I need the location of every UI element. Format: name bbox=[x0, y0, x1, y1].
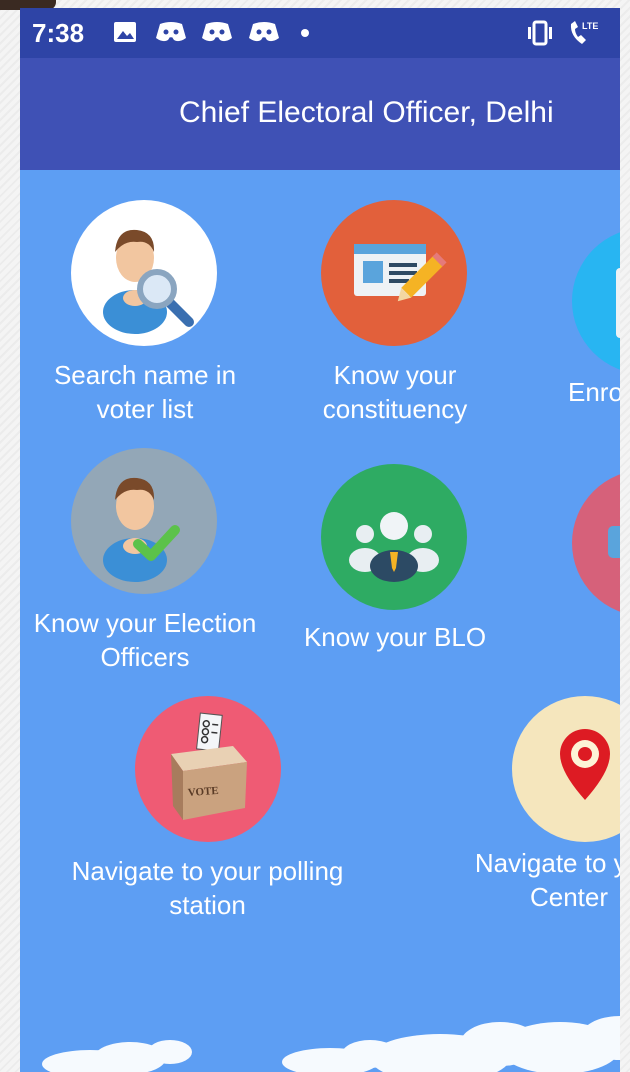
tile-navigate-polling-station[interactable]: VOTE Navigate to your polling station bbox=[50, 696, 365, 926]
tile-navigate-polling-line1: Navigate to your polling bbox=[71, 856, 344, 886]
blo-group-icon bbox=[321, 464, 467, 610]
tile-navigate-polling-line2: station bbox=[169, 890, 246, 920]
clouds-decoration bbox=[42, 1016, 620, 1072]
tile-navigate-polling-station-label: Navigate to your polling station bbox=[50, 854, 365, 922]
tile-know-officers[interactable]: Know your Election Officers bbox=[20, 448, 270, 678]
tile-enrol-label: Enro bbox=[568, 377, 620, 407]
vibrate-icon bbox=[528, 20, 552, 46]
more-notifications-dot-icon bbox=[301, 29, 309, 37]
page-title: Chief Electoral Officer, Delhi bbox=[179, 96, 554, 129]
discord-notification-icon-2 bbox=[202, 22, 232, 42]
status-time: 7:38 bbox=[32, 18, 85, 48]
verified-officer-icon bbox=[71, 448, 217, 594]
tile-know-blo-label: Know your BLO bbox=[303, 622, 487, 652]
tile-know-officers-line1: Know your Election bbox=[33, 608, 257, 638]
tile-search-name-line1: Search name in bbox=[53, 360, 237, 390]
ballot-box-label: VOTE bbox=[187, 785, 219, 799]
discord-notification-icon bbox=[156, 22, 186, 42]
image-notification-icon bbox=[114, 22, 136, 42]
tile-search-name-label: Search name in voter list bbox=[20, 358, 270, 426]
svg-text:LTE: LTE bbox=[582, 21, 598, 31]
tile-know-constituency-line2: constituency bbox=[322, 394, 468, 424]
lte-call-icon: LTE bbox=[570, 21, 598, 44]
status-bar: 7:38 LTE bbox=[20, 8, 620, 58]
tile-navigate-center-label: Navigate to yo Center bbox=[443, 846, 620, 914]
tile-know-constituency-label: Know your constituency bbox=[270, 358, 520, 426]
enrol-form-icon bbox=[572, 228, 620, 374]
tile-navigate-center-line2: Center bbox=[529, 882, 609, 912]
tile-enrol[interactable]: Enro bbox=[520, 200, 620, 430]
chat-icon bbox=[572, 470, 620, 616]
app-bar: Chief Electoral Officer, Delhi bbox=[20, 58, 620, 170]
tile-search-name-line2: voter list bbox=[96, 394, 194, 424]
map-pin-icon bbox=[512, 696, 620, 842]
search-voter-icon bbox=[71, 200, 217, 346]
tile-know-officers-line2: Officers bbox=[100, 642, 190, 672]
tile-know-constituency[interactable]: Know your constituency bbox=[270, 200, 520, 430]
tile-know-constituency-line1: Know your bbox=[333, 360, 457, 390]
tile-navigate-center-line1: Navigate to yo bbox=[474, 848, 620, 878]
tile-know-blo[interactable]: Know your BLO bbox=[270, 448, 520, 678]
tile-search-name[interactable]: Search name in voter list bbox=[20, 200, 270, 430]
tile-navigate-center[interactable]: Navigate to yo Center bbox=[430, 696, 620, 926]
id-card-pencil-icon bbox=[321, 200, 467, 346]
tile-row2-right[interactable] bbox=[520, 448, 620, 678]
ballot-box-icon: VOTE bbox=[135, 696, 281, 842]
phone-screen: 7:38 LTE Chief Electoral Officer, Delhi … bbox=[20, 8, 620, 1072]
discord-notification-icon-3 bbox=[249, 22, 279, 42]
tile-know-officers-label: Know your Election Officers bbox=[20, 606, 270, 674]
